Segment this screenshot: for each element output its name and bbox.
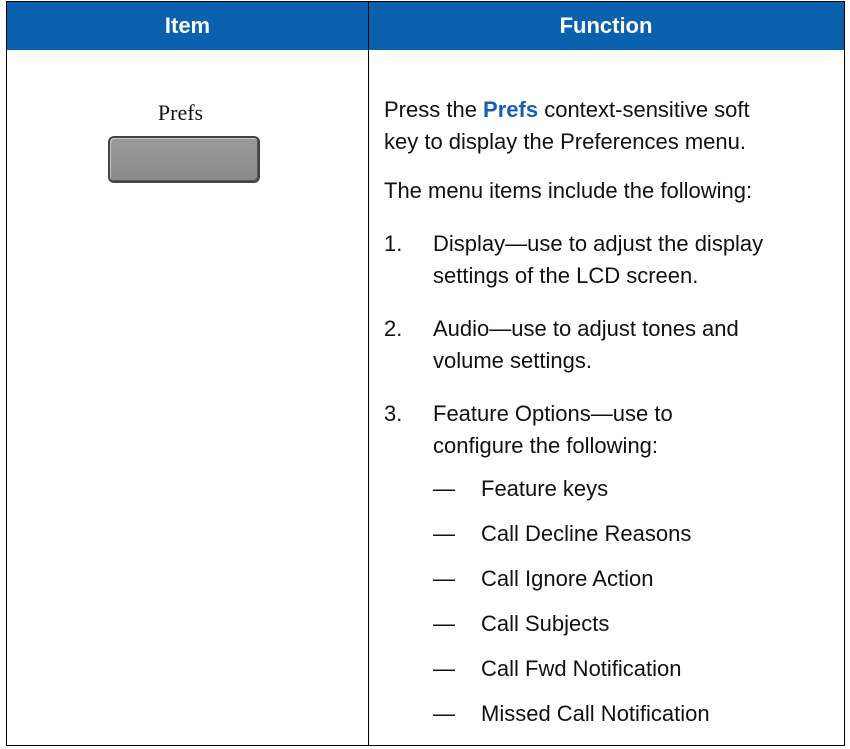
column-header-function: Function	[368, 2, 844, 50]
intro-suffix: context-sensitive soft	[538, 97, 750, 122]
dash-bullet: —	[433, 611, 455, 636]
sub-item: Call Ignore Action	[481, 566, 654, 591]
list-item-line: Display—use to adjust the display	[433, 231, 764, 256]
sub-item: Call Subjects	[481, 611, 610, 636]
dash-bullet: —	[433, 656, 455, 681]
dash-bullet: —	[433, 476, 455, 501]
list-item-line: Feature Options—use to	[433, 401, 673, 426]
prefs-softkey-image	[108, 136, 260, 183]
dash-bullet: —	[433, 701, 455, 726]
list-item-line: configure the following:	[433, 433, 659, 458]
intro-line-2: key to display the Preferences menu.	[384, 129, 746, 154]
list-item-line: volume settings.	[433, 348, 592, 373]
list-item-number: 3.	[384, 401, 403, 426]
dash-bullet: —	[433, 521, 455, 546]
list-item-line: settings of the LCD screen.	[433, 263, 699, 288]
list-item-number: 1.	[384, 231, 403, 256]
sub-item: Call Fwd Notification	[481, 656, 682, 681]
column-divider	[368, 2, 369, 745]
intro-prefix: Press the	[384, 97, 484, 122]
dash-bullet: —	[433, 566, 455, 591]
sub-item: Missed Call Notification	[481, 701, 710, 726]
menu-intro: The menu items include the following:	[384, 178, 753, 203]
sub-item: Call Decline Reasons	[481, 521, 692, 546]
column-header-item: Item	[7, 2, 368, 50]
softkey-label: Prefs	[157, 100, 204, 125]
list-item-line: Audio—use to adjust tones and	[433, 316, 739, 341]
prefs-keyword: Prefs	[483, 97, 539, 122]
sub-item: Feature keys	[481, 476, 609, 501]
list-item-number: 2.	[384, 316, 403, 341]
intro-line-1: Press the Prefs context-sensitive soft	[384, 94, 750, 125]
